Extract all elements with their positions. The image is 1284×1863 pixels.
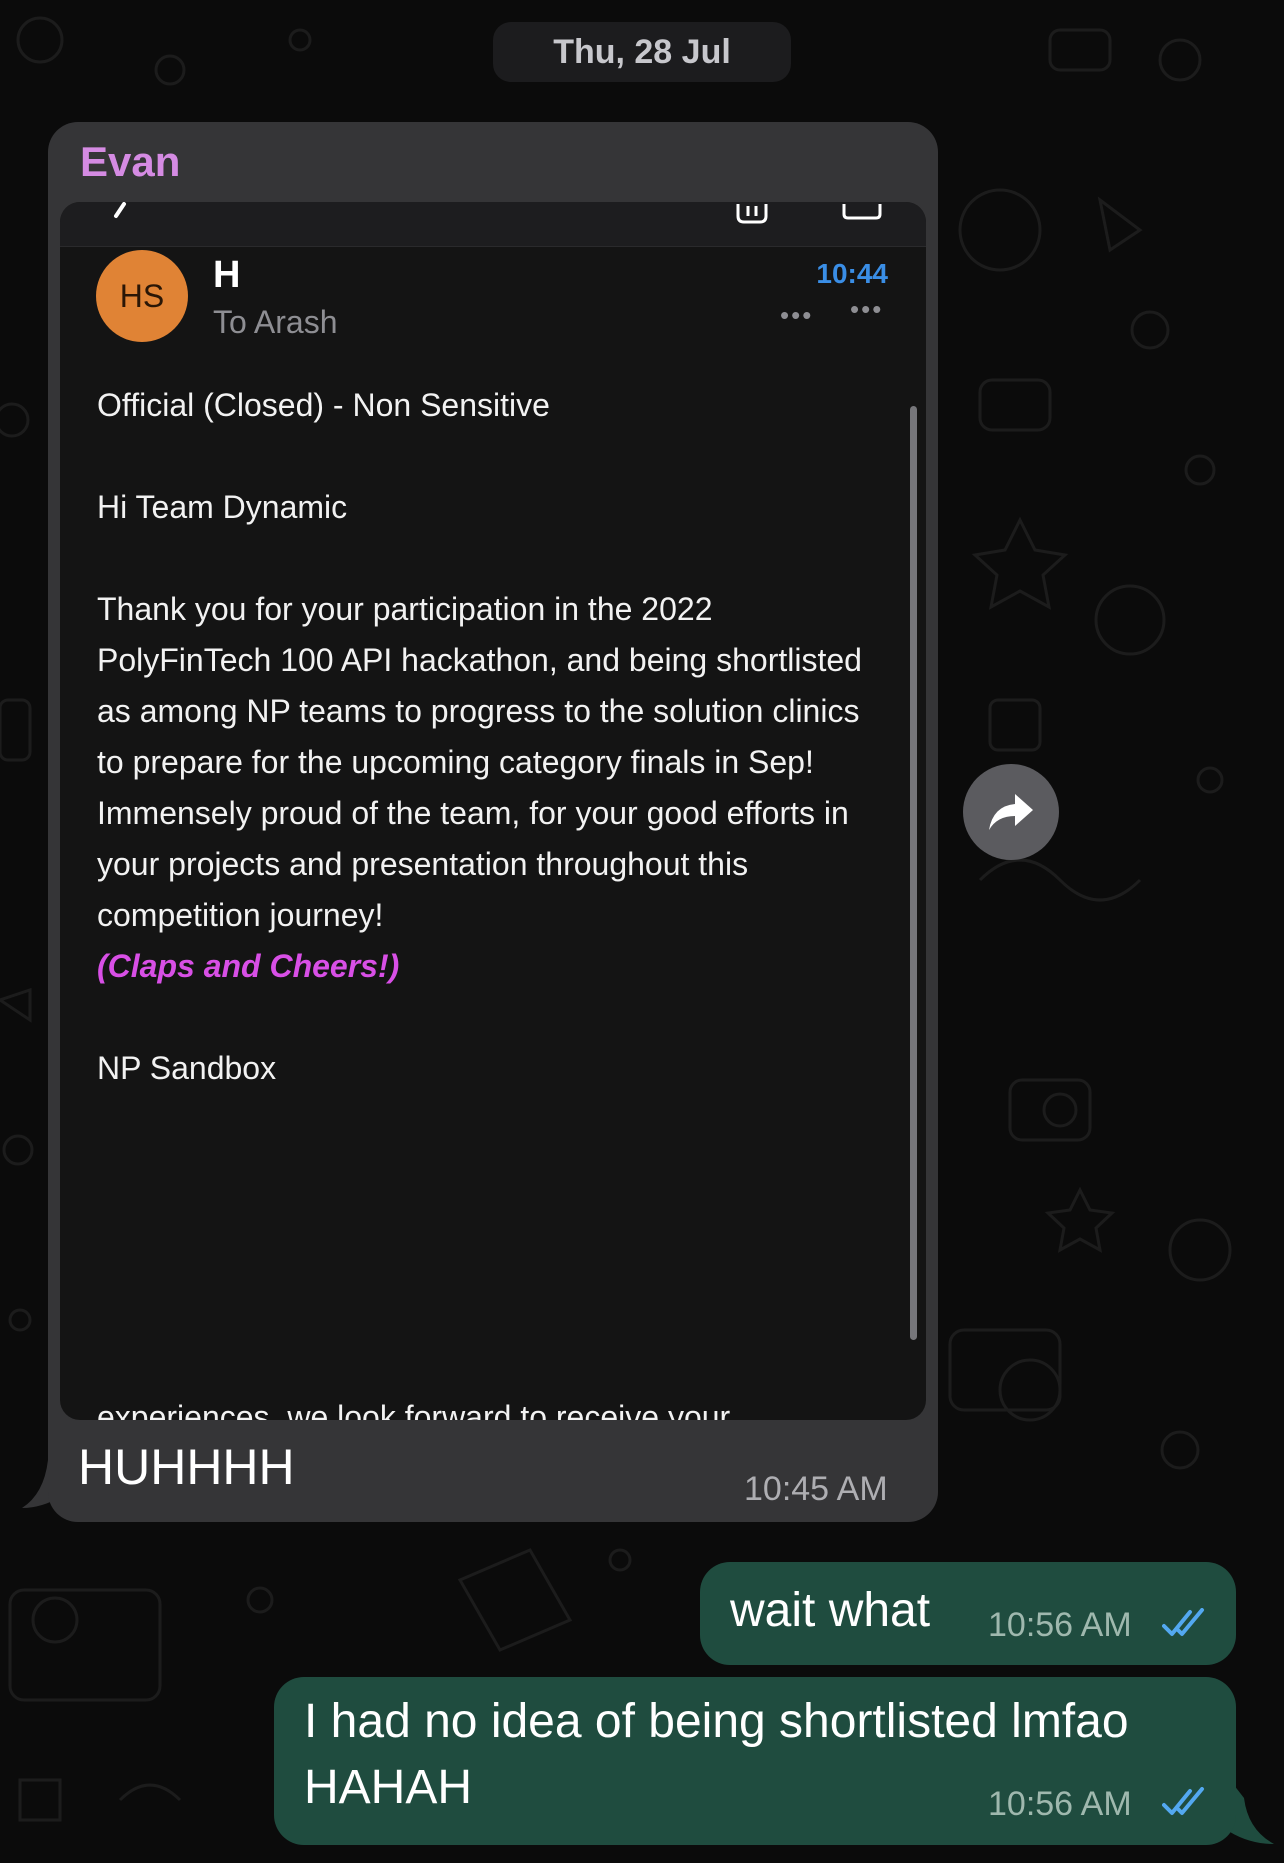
- trash-icon: [736, 204, 768, 224]
- outgoing-message-text: HAHAH: [304, 1761, 473, 1814]
- incoming-message-time: 10:45 AM: [744, 1470, 888, 1508]
- outgoing-message-time: 10:56 AM: [988, 1785, 1132, 1823]
- back-chevron-icon: [114, 202, 126, 218]
- email-paragraph-text: Thank you for your participation in the …: [97, 591, 862, 933]
- outgoing-message-text: wait what: [730, 1584, 931, 1637]
- email-body: Official (Closed) - Non Sensitive Hi Tea…: [97, 380, 867, 1145]
- email-classification: Official (Closed) - Non Sensitive: [97, 387, 550, 423]
- email-time: 10:44: [816, 258, 888, 289]
- email-signoff: NP Sandbox: [97, 1050, 277, 1086]
- email-toolbar: [60, 202, 926, 247]
- outgoing-message-text: I had no idea of being shortlisted lmfao: [304, 1695, 1129, 1748]
- email-from: H: [213, 254, 241, 296]
- email-screenshot-image[interactable]: HS H To Arash 10:44 ••• ••• Official (Cl…: [60, 202, 926, 1420]
- outgoing-bubble-tail: [1230, 1780, 1274, 1844]
- sender-name[interactable]: Evan: [80, 138, 180, 186]
- date-separator: Thu, 28 Jul: [493, 22, 791, 82]
- email-highlight: (Claps and Cheers!): [97, 948, 400, 984]
- email-paragraph: Thank you for your participation in the …: [97, 584, 867, 992]
- sender-avatar: HS: [96, 250, 188, 342]
- double-check-icon: [1162, 1608, 1204, 1636]
- forward-button[interactable]: [963, 764, 1059, 860]
- email-greeting: Hi Team Dynamic: [97, 489, 348, 525]
- more-options-icon: •••: [850, 294, 884, 324]
- forward-arrow-icon: [989, 794, 1033, 830]
- email-recipient: To Arash: [213, 304, 338, 340]
- outgoing-message-time: 10:56 AM: [988, 1606, 1132, 1644]
- double-check-icon: [1162, 1787, 1204, 1815]
- outgoing-message-bubble[interactable]: I had no idea of being shortlisted lmfao…: [274, 1677, 1236, 1845]
- incoming-message-text: HUHHHH: [78, 1439, 295, 1495]
- email-cutoff-text: experiences, we look forward to receive …: [97, 1399, 731, 1420]
- outgoing-message-bubble[interactable]: wait what 10:56 AM: [700, 1562, 1236, 1665]
- folder-icon: [842, 204, 882, 220]
- scrollbar: [910, 406, 917, 1340]
- more-options-icon: •••: [780, 300, 814, 330]
